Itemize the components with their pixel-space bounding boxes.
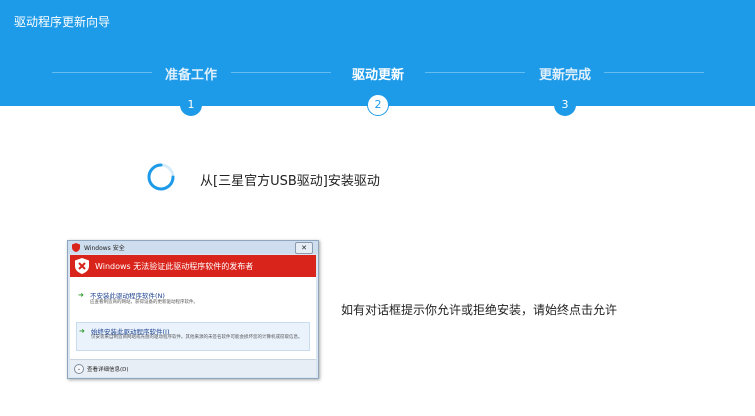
spinner-icon	[147, 163, 175, 191]
step-number-2: 2	[367, 94, 389, 116]
windows-security-dialog: Windows 安全 ✕ Windows 无法验证此驱动程序软件的发布者 ➜ 不…	[67, 240, 319, 379]
step-label-update: 驱动更新	[351, 68, 404, 83]
install-hint-text: 如有对话框提示你允许或拒绝安装，请始终点击允许	[341, 303, 618, 317]
dialog-title: Windows 安全	[84, 245, 125, 252]
dialog-banner-text: Windows 无法验证此驱动程序软件的发布者	[95, 262, 254, 271]
step-label-complete: 更新完成	[538, 68, 591, 83]
dialog-footer: ⌄ 查看详细信息(D)	[70, 359, 316, 377]
step-number-1: 1	[180, 94, 202, 116]
shield-warning-icon	[75, 258, 89, 274]
window-title: 驱动程序更新向导	[14, 15, 111, 29]
option-title: 不安装此驱动程序软件(N)	[90, 292, 165, 300]
view-details-link[interactable]: 查看详细信息(D)	[87, 365, 129, 373]
step-label-prepare: 准备工作	[164, 68, 217, 83]
dialog-body: ➜ 不安装此驱动程序软件(N) 应查看制造商的网站，获得设备的更新驱动程序软件。…	[70, 277, 316, 359]
chevron-down-icon[interactable]: ⌄	[74, 364, 84, 374]
step-number-3: 3	[554, 94, 576, 116]
option-description: 仅安装来自制造商网站或光盘的驱动程序软件。其他来源的未签名软件可能会损坏您的计算…	[91, 335, 303, 340]
shield-icon	[72, 243, 80, 252]
dialog-close-button[interactable]: ✕	[295, 242, 313, 254]
dialog-titlebar: Windows 安全 ✕	[68, 241, 318, 254]
always-install-option[interactable]: ➜ 始终安装此驱动程序软件(I) 仅安装来自制造商网站或光盘的驱动程序软件。其他…	[76, 322, 310, 351]
install-status-text: 从[三星官方USB驱动]安装驱动	[200, 174, 380, 189]
arrow-right-icon: ➜	[79, 327, 85, 335]
option-description: 应查看制造商的网站，获得设备的更新驱动程序软件。	[90, 300, 198, 305]
wizard-header: 驱动程序更新向导 准备工作 驱动更新 更新完成 1 2 3	[0, 0, 755, 116]
dialog-warning-banner: Windows 无法验证此驱动程序软件的发布者	[70, 255, 316, 277]
arrow-right-icon: ➜	[78, 291, 84, 299]
driver-update-wizard: 驱动程序更新向导 准备工作 驱动更新 更新完成 1 2 3 从[三星官方USB驱…	[0, 0, 755, 416]
